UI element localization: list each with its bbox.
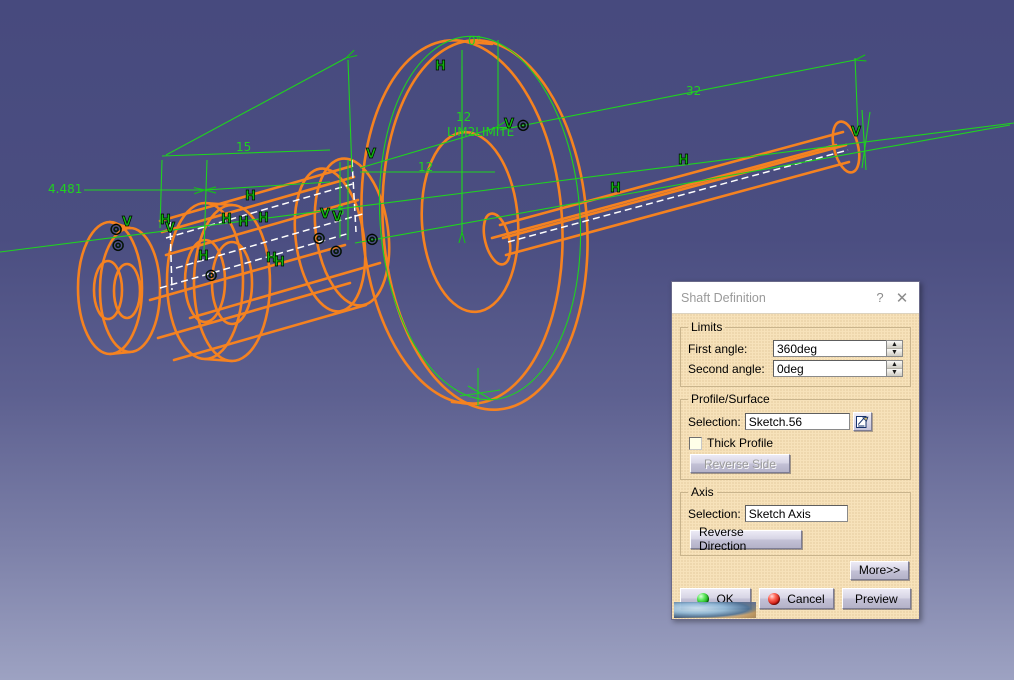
second-angle-stepper[interactable]: ▲ ▼ bbox=[886, 360, 903, 377]
second-angle-row: Second angle: 0deg ▲ ▼ bbox=[688, 360, 903, 377]
cancel-button-label: Cancel bbox=[787, 592, 824, 606]
second-angle-input[interactable]: 0deg bbox=[773, 360, 886, 377]
second-angle-control[interactable]: 0deg ▲ ▼ bbox=[773, 360, 903, 377]
shaft-definition-dialog[interactable]: Shaft Definition ? ✕ Limits First angle:… bbox=[671, 281, 920, 620]
limits-legend: Limits bbox=[688, 320, 725, 334]
preview-button[interactable]: Preview bbox=[842, 588, 911, 609]
help-button[interactable]: ? bbox=[869, 287, 891, 309]
ok-status-icon bbox=[697, 593, 709, 605]
more-button[interactable]: More>> bbox=[850, 561, 909, 580]
axis-selection-row: Selection: Sketch Axis bbox=[688, 505, 903, 522]
cancel-status-icon bbox=[768, 593, 780, 605]
thick-profile-checkbox[interactable] bbox=[689, 437, 702, 450]
limits-group: Limits First angle: 360deg ▲ ▼ Second an… bbox=[680, 320, 911, 387]
first-angle-stepper[interactable]: ▲ ▼ bbox=[886, 340, 903, 357]
stepper-down-icon[interactable]: ▼ bbox=[887, 369, 902, 376]
first-angle-control[interactable]: 360deg ▲ ▼ bbox=[773, 340, 903, 357]
first-angle-row: First angle: 360deg ▲ ▼ bbox=[688, 340, 903, 357]
first-angle-label: First angle: bbox=[688, 342, 747, 356]
profile-surface-legend: Profile/Surface bbox=[688, 392, 773, 406]
dialog-titlebar[interactable]: Shaft Definition ? ✕ bbox=[672, 282, 919, 314]
stepper-up-icon[interactable]: ▲ bbox=[887, 341, 902, 349]
cancel-button[interactable]: Cancel bbox=[759, 588, 833, 609]
profile-selection-row: Selection: Sketch.56 bbox=[688, 412, 903, 431]
axis-group: Axis Selection: Sketch Axis Reverse Dire… bbox=[680, 485, 911, 556]
stepper-up-icon[interactable]: ▲ bbox=[887, 361, 902, 369]
reverse-direction-button[interactable]: Reverse Direction bbox=[690, 530, 802, 549]
thick-profile-label: Thick Profile bbox=[707, 436, 773, 450]
second-angle-label: Second angle: bbox=[688, 362, 765, 376]
first-angle-input[interactable]: 360deg bbox=[773, 340, 886, 357]
thick-profile-row[interactable]: Thick Profile bbox=[689, 436, 903, 450]
profile-surface-group: Profile/Surface Selection: Sketch.56 bbox=[680, 392, 911, 480]
dialog-title: Shaft Definition bbox=[681, 291, 869, 305]
profile-selection-input[interactable]: Sketch.56 bbox=[745, 413, 850, 430]
close-icon[interactable]: ✕ bbox=[891, 287, 913, 309]
axis-selection-input[interactable]: Sketch Axis bbox=[745, 505, 848, 522]
sketch-edit-icon[interactable] bbox=[853, 412, 872, 431]
axis-legend: Axis bbox=[688, 485, 717, 499]
stepper-down-icon[interactable]: ▼ bbox=[887, 349, 902, 356]
ok-button-label: OK bbox=[716, 592, 733, 606]
dialog-body: Limits First angle: 360deg ▲ ▼ Second an… bbox=[672, 314, 919, 619]
axis-selection-label: Selection: bbox=[688, 507, 741, 521]
profile-selection-label: Selection: bbox=[688, 415, 741, 429]
reverse-side-button[interactable]: Reverse Side bbox=[690, 454, 790, 473]
more-row: More>> bbox=[680, 561, 909, 580]
catia-application-window: 4.481 15 5 0° 12 12 32 LIM2LIMITE H H H … bbox=[0, 0, 1014, 680]
dialog-button-row: OK Cancel Preview bbox=[680, 588, 911, 609]
ok-button[interactable]: OK bbox=[680, 588, 751, 609]
